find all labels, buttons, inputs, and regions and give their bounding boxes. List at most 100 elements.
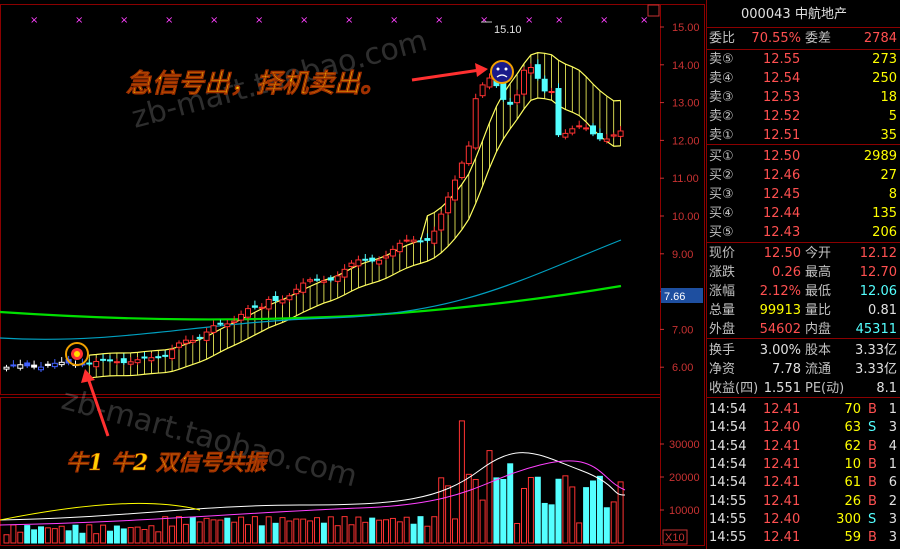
candle-body <box>327 277 334 281</box>
ask-row[interactable]: 卖③ 12.53 18 <box>707 89 900 106</box>
candle-body <box>403 239 410 242</box>
bid-price: 12.50 <box>763 149 801 164</box>
ask-row[interactable]: 卖① 12.51 35 <box>707 127 900 144</box>
tick-row[interactable]: 14:55 12.40 300 S 3 <box>707 511 900 528</box>
bid-volume: 206 <box>872 225 897 240</box>
volume-bar <box>362 521 369 544</box>
candle-body <box>51 362 58 368</box>
candle-body <box>610 134 617 137</box>
stat-label: 涨跌 <box>709 265 736 280</box>
tick-row[interactable]: 14:54 12.41 70 B 1 <box>707 401 900 418</box>
volume-bar <box>120 528 127 544</box>
tick-count: 6 <box>888 475 897 491</box>
candle-body <box>203 331 210 341</box>
bid-row[interactable]: 买① 12.50 2989 <box>707 148 900 165</box>
candle-body <box>176 342 182 348</box>
volume-bar <box>569 486 576 544</box>
tick-row[interactable]: 14:54 12.41 61 B 6 <box>707 474 900 491</box>
stock-header[interactable]: 000043 中航地产 <box>707 6 900 23</box>
candle-body <box>210 325 217 333</box>
tick-volume: 70 <box>844 402 861 417</box>
bid-price: 12.46 <box>763 168 801 183</box>
volume-bar <box>189 516 196 544</box>
bid-label: 买④ <box>709 206 734 221</box>
candle-body <box>38 366 44 371</box>
tick-row[interactable]: 14:55 12.41 59 B 3 <box>707 529 900 546</box>
candle-body <box>548 90 555 93</box>
volume-bar <box>320 522 327 544</box>
ask-price: 12.55 <box>763 52 801 67</box>
candle-body <box>569 128 576 134</box>
volume-bar <box>465 473 472 544</box>
stat-value: 12.50 <box>763 246 801 261</box>
volume-bar <box>617 481 624 544</box>
tick-row[interactable]: 14:54 12.41 10 B 1 <box>707 456 900 473</box>
candle-body <box>334 275 341 282</box>
tick-row[interactable]: 14:54 12.40 63 S 3 <box>707 419 900 436</box>
tick-price: 12.41 <box>763 493 801 509</box>
candle-body <box>231 320 238 323</box>
ask-row[interactable]: 卖② 12.52 5 <box>707 108 900 125</box>
volume-bar <box>3 534 10 544</box>
ask-price: 12.51 <box>763 128 801 143</box>
stat-value: 12.12 <box>859 246 897 261</box>
candle-body <box>479 84 486 97</box>
volume-bar <box>521 487 527 544</box>
candle-body <box>507 101 514 105</box>
stat-label: 今开 <box>805 246 832 261</box>
volume-bar <box>113 525 120 544</box>
quote-panel: 000043 中航地产 委比 70.55% 委差 2784 卖⑤ 12.55 273… <box>706 0 900 549</box>
ask-row[interactable]: 卖④ 12.54 250 <box>707 70 900 87</box>
volume-bar <box>251 516 258 544</box>
volume-bar <box>348 524 355 544</box>
tick-time: 14:54 <box>709 438 747 454</box>
kline-chart[interactable]: zb-mart.taobao.com zb-mart.taobao.com 15… <box>0 0 706 549</box>
candle-body <box>617 130 624 137</box>
ask-price: 12.53 <box>763 90 801 105</box>
ask-label: 卖① <box>709 128 734 143</box>
ask-row[interactable]: 卖⑤ 12.55 273 <box>707 51 900 68</box>
volume-bar <box>24 525 31 544</box>
tick-row[interactable]: 14:54 12.41 62 B 4 <box>707 438 900 455</box>
stat-label: 换手 <box>709 343 736 358</box>
candle-body <box>389 248 396 257</box>
weicha-value: 2784 <box>863 31 897 46</box>
bid-row[interactable]: 买② 12.46 27 <box>707 167 900 184</box>
volume-bar <box>182 523 189 544</box>
candle-body <box>465 145 472 165</box>
tick-row[interactable]: 14:55 12.41 26 B 2 <box>707 493 900 510</box>
candle-body <box>127 361 134 365</box>
stat-value: 99913 <box>759 303 801 318</box>
candle-body <box>486 77 493 88</box>
volume-bar <box>79 532 86 544</box>
signal-mark: × <box>600 15 608 26</box>
candle-body <box>286 295 293 301</box>
tick-volume: 59 <box>844 530 861 546</box>
candle-body <box>182 339 189 344</box>
tick-side: B <box>868 402 877 417</box>
candle-body <box>417 240 424 243</box>
bid-row[interactable]: 买⑤ 12.43 206 <box>707 224 900 241</box>
candle-body <box>521 69 527 95</box>
stat-value: 3.00% <box>759 343 801 358</box>
volume-tick-label: 20000 <box>669 472 700 484</box>
bid-row[interactable]: 买④ 12.44 135 <box>707 205 900 222</box>
volume-bar <box>293 518 300 544</box>
tick-count: 4 <box>888 438 897 454</box>
ask-label: 卖④ <box>709 71 734 86</box>
tick-time: 14:55 <box>709 493 747 509</box>
price-axis: 15.0014.0013.0012.0011.0010.009.008.007.… <box>660 22 700 374</box>
ask-volume: 273 <box>872 52 897 67</box>
bid-row[interactable]: 买③ 12.45 8 <box>707 186 900 203</box>
price-tick-label: 9.00 <box>672 249 693 261</box>
volume-bar <box>286 520 293 544</box>
signal-mark: × <box>480 15 488 26</box>
corner-box[interactable] <box>647 4 660 17</box>
volume-bar <box>210 519 217 544</box>
volume-bar <box>424 525 431 544</box>
signal-mark: × <box>390 15 398 26</box>
volume-bar <box>141 529 148 544</box>
stat-label: 总量 <box>709 303 736 318</box>
volume-bar <box>438 477 445 544</box>
signal-mark: × <box>555 15 563 26</box>
